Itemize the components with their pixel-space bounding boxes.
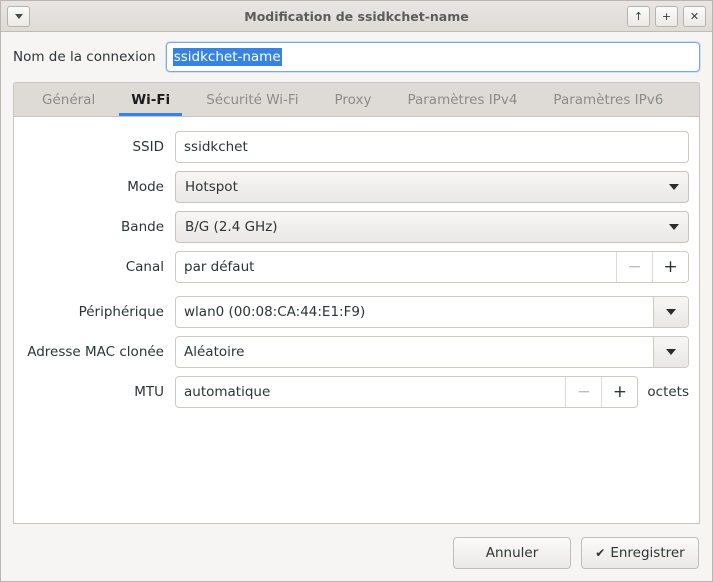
- channel-stepper[interactable]: par défaut − +: [175, 251, 689, 283]
- cloned-mac-row: Adresse MAC clonée Aléatoire: [14, 336, 699, 368]
- device-dropdown-button[interactable]: [653, 297, 688, 327]
- mode-label: Mode: [127, 179, 164, 195]
- mtu-row: MTU automatique − + octets: [14, 376, 699, 408]
- titlebar-buttons: ↑ + ✕: [627, 5, 706, 27]
- chevron-down-icon: [666, 309, 676, 315]
- connection-name-label: Nom de la connexion: [13, 49, 156, 65]
- channel-increment-button[interactable]: +: [652, 252, 688, 282]
- device-label: Périphérique: [78, 304, 164, 320]
- device-dropdown[interactable]: wlan0 (00:08:CA:44:E1:F9): [175, 296, 689, 328]
- band-value: B/G (2.4 GHz): [185, 219, 278, 235]
- maximize-button[interactable]: +: [655, 5, 678, 27]
- window-menu-button[interactable]: [7, 5, 30, 27]
- channel-decrement-button[interactable]: −: [616, 252, 652, 282]
- ssid-value: ssidkchet: [184, 139, 248, 155]
- wifi-settings-panel: SSID ssidkchet Mode Hotspot Bande B/G (2…: [13, 116, 700, 524]
- mtu-decrement-button[interactable]: −: [565, 377, 602, 407]
- chevron-down-icon: [14, 13, 23, 19]
- connection-name-row: Nom de la connexion ssidkchet-name: [1, 32, 712, 82]
- cancel-button[interactable]: Annuler: [453, 536, 571, 569]
- mtu-label: MTU: [134, 384, 164, 400]
- device-row: Périphérique wlan0 (00:08:CA:44:E1:F9): [14, 296, 699, 328]
- mtu-stepper[interactable]: automatique − +: [175, 376, 639, 408]
- plus-icon: +: [661, 9, 672, 23]
- cancel-button-label: Annuler: [485, 544, 539, 561]
- cloned-mac-label: Adresse MAC clonée: [27, 344, 164, 360]
- tab-ipv4-settings[interactable]: Paramètres IPv4: [389, 83, 535, 116]
- tab-wifi[interactable]: Wi-Fi: [113, 83, 188, 116]
- connection-name-value: ssidkchet-name: [172, 48, 282, 66]
- mode-value: Hotspot: [185, 179, 238, 195]
- channel-row: Canal par défaut − +: [14, 251, 699, 283]
- cloned-mac-value[interactable]: Aléatoire: [176, 337, 653, 367]
- tab-proxy[interactable]: Proxy: [316, 83, 389, 116]
- chevron-down-icon: [669, 224, 679, 230]
- chevron-down-icon: [666, 349, 676, 355]
- connection-editor-window: Modification de ssidkchet-name ↑ + ✕ Nom…: [0, 0, 713, 582]
- ssid-row: SSID ssidkchet: [14, 131, 699, 163]
- mtu-value[interactable]: automatique: [176, 377, 565, 407]
- window-title: Modification de ssidkchet-name: [244, 8, 469, 24]
- channel-value[interactable]: par défaut: [176, 252, 616, 282]
- band-dropdown[interactable]: B/G (2.4 GHz): [175, 211, 689, 243]
- tab-wifi-security[interactable]: Sécurité Wi-Fi: [188, 83, 316, 116]
- channel-label: Canal: [125, 259, 164, 275]
- titlebar: Modification de ssidkchet-name ↑ + ✕: [1, 1, 712, 32]
- chevron-down-icon: [669, 184, 679, 190]
- tab-ipv6-settings[interactable]: Paramètres IPv6: [535, 83, 681, 116]
- close-icon: ✕: [689, 9, 700, 23]
- close-button[interactable]: ✕: [683, 5, 706, 27]
- up-arrow-icon: ↑: [633, 9, 644, 23]
- action-bar: Annuler ✔ Enregistrer: [1, 524, 712, 581]
- mtu-increment-button[interactable]: +: [601, 377, 638, 407]
- cloned-mac-dropdown[interactable]: Aléatoire: [175, 336, 689, 368]
- mtu-unit-label: octets: [647, 384, 689, 400]
- check-icon: ✔: [595, 545, 606, 560]
- save-button[interactable]: ✔ Enregistrer: [581, 536, 699, 569]
- band-row: Bande B/G (2.4 GHz): [14, 211, 699, 243]
- ssid-input[interactable]: ssidkchet: [175, 131, 689, 163]
- cloned-mac-dropdown-button[interactable]: [653, 337, 688, 367]
- save-button-label: Enregistrer: [610, 544, 685, 561]
- ssid-label: SSID: [132, 139, 164, 155]
- tab-bar: Général Wi-Fi Sécurité Wi-Fi Proxy Param…: [13, 82, 700, 116]
- mode-row: Mode Hotspot: [14, 171, 699, 203]
- shade-button[interactable]: ↑: [627, 5, 650, 27]
- band-label: Bande: [121, 219, 164, 235]
- connection-name-input[interactable]: ssidkchet-name: [165, 42, 700, 72]
- device-value[interactable]: wlan0 (00:08:CA:44:E1:F9): [176, 297, 653, 327]
- mode-dropdown[interactable]: Hotspot: [175, 171, 689, 203]
- tab-general[interactable]: Général: [24, 83, 113, 116]
